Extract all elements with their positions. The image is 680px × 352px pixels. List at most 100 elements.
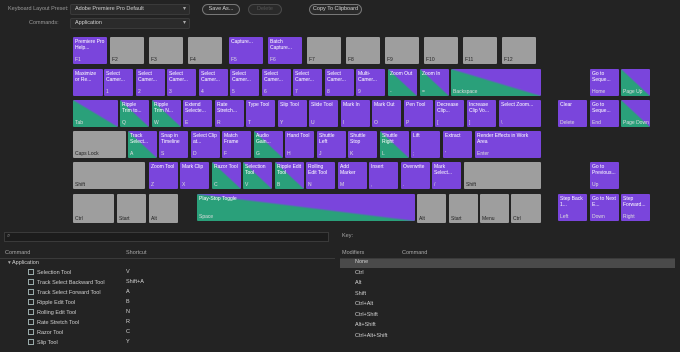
key-backtick[interactable]: Maximize or Re... bbox=[73, 69, 103, 96]
key-delete[interactable]: Clear Delete bbox=[558, 100, 587, 127]
key-tab[interactable]: Tab bbox=[73, 100, 118, 127]
key-a[interactable]: Track Select... A bbox=[128, 131, 157, 158]
key-down[interactable]: Go to Next E... Down bbox=[590, 194, 619, 221]
key-3[interactable]: Select Camer... 3 bbox=[167, 69, 196, 96]
key-1[interactable]: Select Camer... 1 bbox=[104, 69, 133, 96]
key-caps-lock[interactable]: Caps Lock bbox=[73, 131, 126, 158]
modifier-row[interactable]: Alt+Shift bbox=[340, 322, 675, 331]
key-f3[interactable]: F3 bbox=[149, 37, 183, 64]
command-row[interactable]: Rate Stretch Tool R bbox=[0, 319, 335, 328]
key-9[interactable]: Multi-Camer... 9 bbox=[356, 69, 385, 96]
key-f10[interactable]: F10 bbox=[424, 37, 458, 64]
modifier-row[interactable]: Ctrl+Alt+Shift bbox=[340, 333, 675, 342]
key-p[interactable]: Pen Tool P bbox=[404, 100, 433, 127]
key-page-down[interactable]: Page Down bbox=[621, 100, 650, 127]
command-search-input[interactable]: ⌕ bbox=[4, 232, 329, 242]
key-8[interactable]: Select Camer... 8 bbox=[325, 69, 354, 96]
key-d[interactable]: Select Clip at... D bbox=[191, 131, 220, 158]
command-row[interactable]: Slip Tool Y bbox=[0, 339, 335, 348]
key--[interactable]: Lift; bbox=[411, 131, 440, 158]
key-n[interactable]: Rolling Edit Tool N bbox=[306, 162, 335, 189]
key-f[interactable]: Match Frame F bbox=[222, 131, 251, 158]
key--[interactable]: Extract ' bbox=[443, 131, 472, 158]
key-y[interactable]: Slip Tool Y bbox=[278, 100, 307, 127]
key-page-up[interactable]: Page Up bbox=[621, 69, 650, 96]
column-header-modifiers[interactable]: Modifiers bbox=[342, 250, 364, 256]
column-header-shortcut[interactable]: Shortcut bbox=[126, 250, 146, 256]
key-alt[interactable]: Alt bbox=[149, 194, 178, 223]
key-space[interactable]: Play-Stop Toggle Space bbox=[197, 194, 415, 221]
modifier-row[interactable]: Alt bbox=[340, 280, 675, 289]
key-f11[interactable]: F11 bbox=[463, 37, 497, 64]
key-i[interactable]: Mark In I bbox=[341, 100, 370, 127]
key-c[interactable]: Razor Tool C bbox=[212, 162, 241, 189]
key--[interactable]: Zoom Out - bbox=[388, 69, 417, 96]
key-2[interactable]: Select Camer... 2 bbox=[136, 69, 165, 96]
key-k[interactable]: Shuttle Stop K bbox=[348, 131, 377, 158]
key-x[interactable]: Mark Clip X bbox=[180, 162, 209, 189]
key-ctrl[interactable]: Ctrl bbox=[511, 194, 541, 223]
key--[interactable]: Insert, bbox=[369, 162, 398, 189]
key-z[interactable]: Zoom Tool Z bbox=[149, 162, 178, 189]
command-row[interactable]: Selection Tool V bbox=[0, 269, 335, 278]
key-left[interactable]: Step Back 1... Left bbox=[558, 194, 587, 221]
modifier-row[interactable]: Shift bbox=[340, 291, 675, 300]
command-row[interactable]: Rolling Edit Tool N bbox=[0, 309, 335, 318]
key-ctrl[interactable]: Ctrl bbox=[73, 194, 114, 223]
key-r[interactable]: Rate Stretch... R bbox=[215, 100, 244, 127]
key-right[interactable]: Step Forward... Right bbox=[621, 194, 650, 221]
key-f7[interactable]: F7 bbox=[307, 37, 341, 64]
key-j[interactable]: Shuttle Left J bbox=[317, 131, 346, 158]
command-row[interactable]: Razor Tool C bbox=[0, 329, 335, 338]
column-header-command[interactable]: Command bbox=[5, 250, 30, 256]
modifier-row[interactable]: Ctrl bbox=[340, 270, 675, 279]
key-menu[interactable]: Menu bbox=[480, 194, 509, 223]
key-4[interactable]: Select Camer... 4 bbox=[199, 69, 228, 96]
commands-dropdown[interactable]: Application ▾ bbox=[70, 18, 190, 29]
key-e[interactable]: Extend Selecte... E bbox=[183, 100, 212, 127]
preset-dropdown[interactable]: Adobe Premiere Pro Default ▾ bbox=[70, 4, 190, 15]
key-shift[interactable]: Shift bbox=[73, 162, 145, 189]
key-alt[interactable]: Alt bbox=[417, 194, 446, 223]
key-f5[interactable]: Capture... F5 bbox=[229, 37, 263, 64]
key-b[interactable]: Ripple Edit Tool B bbox=[275, 162, 304, 189]
key--[interactable]: Zoom In = bbox=[420, 69, 449, 96]
key-h[interactable]: Hand Tool H bbox=[285, 131, 314, 158]
key-w[interactable]: Ripple Trim N... W bbox=[152, 100, 181, 127]
key--[interactable]: Overwrite. bbox=[401, 162, 430, 189]
command-row[interactable]: Ripple Edit Tool B bbox=[0, 299, 335, 308]
key-home[interactable]: Go to Seque... Home bbox=[590, 69, 619, 96]
key-s[interactable]: Snap in Timeline S bbox=[159, 131, 188, 158]
key-u[interactable]: Slide Tool U bbox=[309, 100, 338, 127]
delete-button[interactable]: Delete bbox=[248, 4, 282, 15]
key-g[interactable]: Audio Gain... G bbox=[254, 131, 283, 158]
key-enter[interactable]: Render Effects in Work Area Enter bbox=[475, 131, 541, 158]
save-as-button[interactable]: Save As... bbox=[202, 4, 240, 15]
key-6[interactable]: Select Camer... 6 bbox=[262, 69, 291, 96]
column-header-key-command[interactable]: Command bbox=[402, 250, 427, 256]
command-row[interactable]: Track Select Backward Tool Shift+A bbox=[0, 279, 335, 288]
group-row-application[interactable]: ▾ Application bbox=[8, 260, 39, 266]
key-f12[interactable]: F12 bbox=[502, 37, 536, 64]
key-end[interactable]: Go to Seque... End bbox=[590, 100, 619, 127]
command-row[interactable]: Track Select Forward Tool A bbox=[0, 289, 335, 298]
modifier-row[interactable]: Ctrl+Alt bbox=[340, 301, 675, 310]
key-f2[interactable]: F2 bbox=[110, 37, 144, 64]
key-shift[interactable]: Shift bbox=[464, 162, 541, 189]
key-f4[interactable]: F4 bbox=[188, 37, 222, 64]
key-o[interactable]: Mark Out O bbox=[372, 100, 401, 127]
key-t[interactable]: Type Tool T bbox=[246, 100, 275, 127]
key-start[interactable]: Start bbox=[449, 194, 478, 223]
key-f8[interactable]: F8 bbox=[346, 37, 380, 64]
key-7[interactable]: Select Camer... 7 bbox=[293, 69, 322, 96]
key-backspace[interactable]: Backspace bbox=[451, 69, 541, 96]
modifier-row[interactable]: Ctrl+Shift bbox=[340, 312, 675, 321]
key--[interactable]: Increase Clip Vo...] bbox=[467, 100, 496, 127]
key--[interactable]: Decrease Clip... [ bbox=[435, 100, 464, 127]
key-l[interactable]: Shuttle Right L bbox=[380, 131, 409, 158]
modifier-row[interactable]: None bbox=[340, 259, 675, 268]
key-up[interactable]: Go to Previous... Up bbox=[590, 162, 619, 189]
copy-to-clipboard-button[interactable]: Copy To Clipboard bbox=[309, 4, 362, 15]
key-m[interactable]: Add Marker M bbox=[338, 162, 367, 189]
key-f1[interactable]: Premiere Pro Help... F1 bbox=[73, 37, 107, 64]
